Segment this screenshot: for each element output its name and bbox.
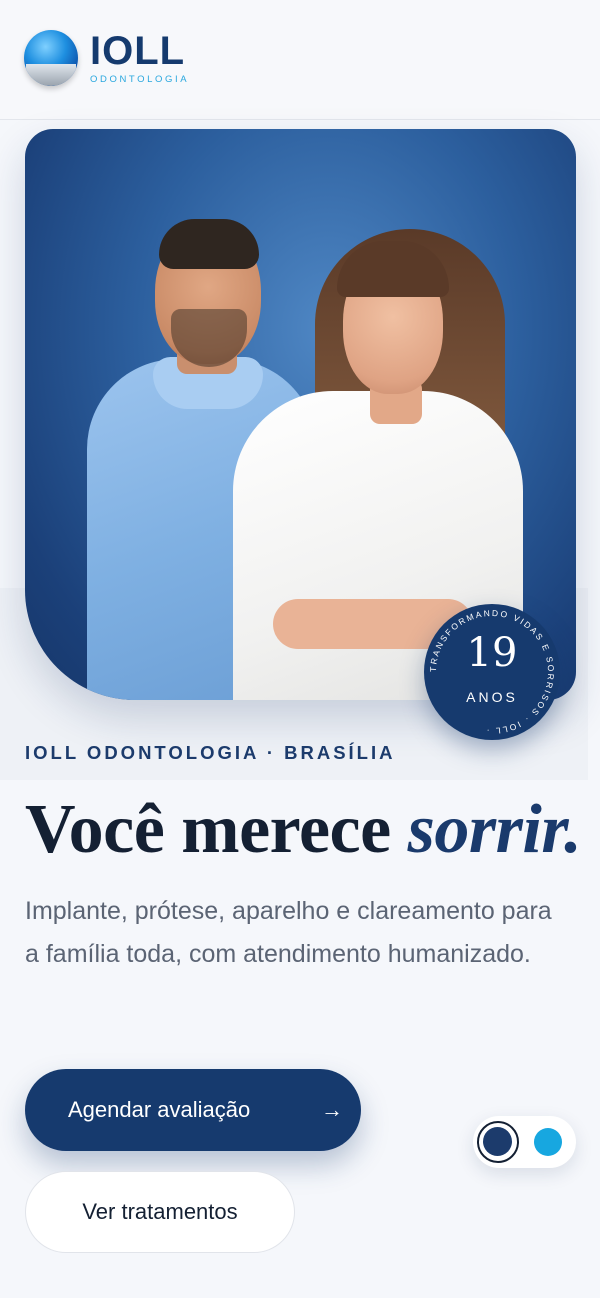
brand-tagline: ODONTOLOGIA: [90, 74, 190, 85]
logo-wordmark: IOLL ODONTOLOGIA: [90, 31, 189, 85]
logo-sphere-icon: [24, 30, 78, 86]
schedule-button-label: Agendar avaliação: [68, 1097, 251, 1122]
site-header: IOLL ODONTOLOGIA: [0, 0, 600, 120]
theme-option-sky[interactable]: [534, 1128, 562, 1156]
badge-number: 19: [466, 630, 518, 676]
schedule-button[interactable]: Agendar avaliação →: [25, 1069, 361, 1151]
theme-option-navy[interactable]: [477, 1121, 519, 1163]
brand-logo[interactable]: IOLL ODONTOLOGIA: [24, 30, 189, 86]
arrow-right-icon: →: [321, 1097, 343, 1122]
years-badge: TRANSFORMANDO VIDAS E SORRISOS · IOLL · …: [424, 604, 560, 740]
theme-toggle[interactable]: [473, 1116, 576, 1168]
man-hair: [159, 219, 259, 269]
brand-name: IOLL: [90, 29, 186, 73]
headline-main: Você merece: [25, 791, 408, 868]
hero-headline: Você merece sorrir.: [25, 790, 582, 870]
headline-accent: sorrir.: [407, 791, 582, 868]
hero-description: Implante, prótese, aparelho e clareament…: [25, 897, 552, 968]
treatments-button[interactable]: Ver tratamentos: [25, 1171, 295, 1253]
treatments-button-label: Ver tratamentos: [82, 1199, 238, 1224]
location-eyebrow: IOLL ODONTOLOGIA · BRASÍLIA: [25, 742, 396, 763]
badge-unit: ANOS: [466, 689, 518, 705]
